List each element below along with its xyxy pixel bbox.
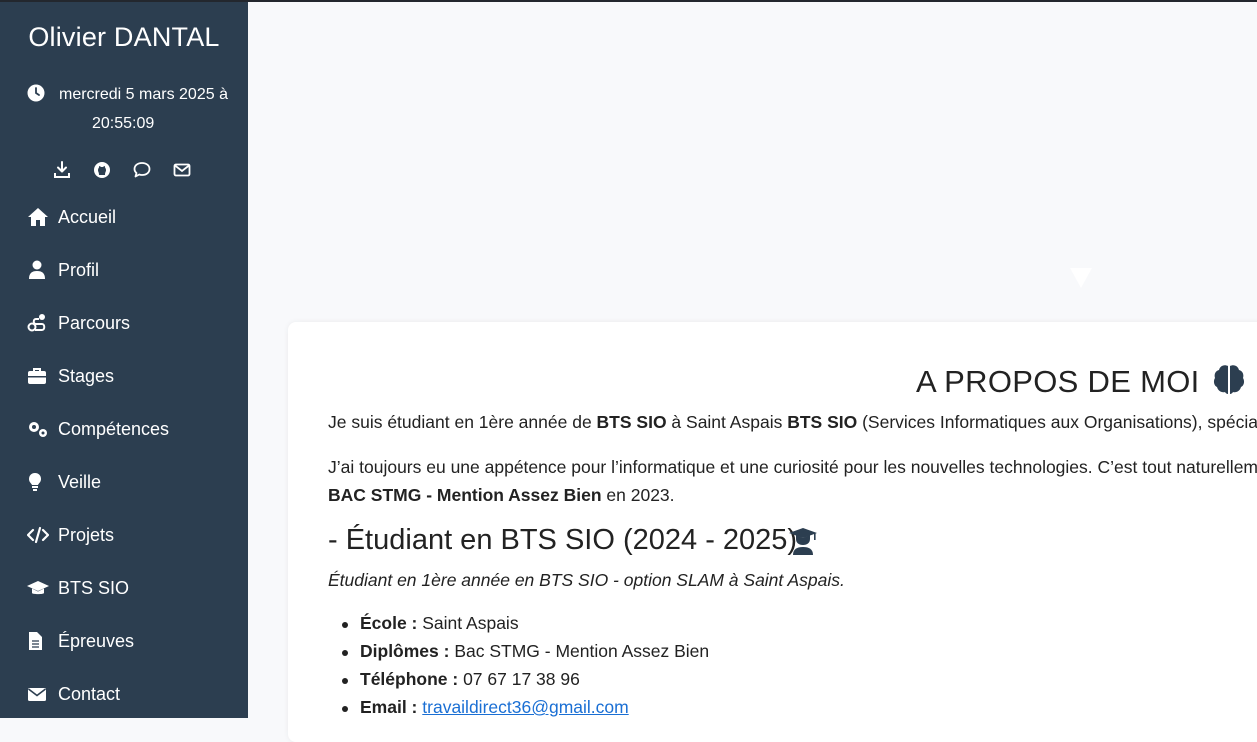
- list-item: École : Saint Aspais: [328, 613, 709, 641]
- datetime-date: mercredi 5 mars 2025 à: [59, 86, 228, 103]
- sidebar-item-label: Parcours: [58, 313, 131, 333]
- background-paragraph-cont: BAC STMG - Mention Assez Bien en 2023.: [328, 485, 675, 505]
- lightbulb-icon: [29, 473, 41, 491]
- section-subtitle: Étudiant en 1ère année en BTS SIO - opti…: [328, 570, 845, 590]
- sidebar-item-label: BTS SIO: [58, 578, 130, 598]
- email-link[interactable]: travaildirect36@gmail.com: [422, 697, 628, 717]
- list-item: Téléphone : 07 67 17 38 96: [328, 669, 709, 697]
- sidebar-item-label: Stages: [58, 366, 115, 386]
- list-item: Diplômes : Bac STMG - Mention Assez Bien: [328, 641, 709, 669]
- list-item: Email : travaildirect36@gmail.com: [328, 697, 709, 725]
- envelope-icon: [28, 688, 46, 701]
- sidebar-item-bts-sio[interactable]: BTS SIO: [0, 566, 248, 610]
- chat-icon[interactable]: [132, 160, 152, 180]
- sidebar-item-label: Accueil: [58, 207, 117, 227]
- code-icon: [27, 526, 49, 544]
- background-paragraph: J’ai toujours eu une appétence pour l’in…: [328, 457, 1257, 477]
- home-icon: [28, 208, 48, 226]
- sidebar: Olivier DANTAL mercredi 5 mars 2025 à 20…: [0, 0, 248, 718]
- brain-icon: [1213, 365, 1245, 394]
- sidebar-item-stages[interactable]: Stages: [0, 354, 248, 398]
- site-owner-name: Olivier DANTAL: [28, 22, 220, 52]
- sidebar-item-label: Compétences: [58, 419, 170, 439]
- clock-icon: [27, 84, 45, 102]
- sidebar-item-label: Projets: [58, 525, 115, 545]
- scroll-down-arrow-icon[interactable]: [1070, 268, 1092, 288]
- sidebar-item-competences[interactable]: Compétences: [0, 407, 248, 451]
- about-card: A PROPOS DE MOI Je suis étudiant en 1ère…: [288, 322, 1257, 742]
- sidebar-item-veille[interactable]: Veille: [0, 460, 248, 504]
- download-icon[interactable]: [52, 160, 72, 180]
- sidebar-item-projets[interactable]: Projets: [0, 513, 248, 557]
- graduation-cap-icon: [27, 581, 49, 595]
- gears-icon: [29, 422, 47, 437]
- sidebar-item-accueil[interactable]: Accueil: [0, 195, 248, 239]
- graduate-icon: [789, 528, 817, 555]
- sidebar-item-label: Veille: [58, 472, 102, 492]
- user-icon: [29, 260, 45, 279]
- details-list: École : Saint Aspais Diplômes : Bac STMG…: [328, 613, 709, 725]
- mail-icon[interactable]: [172, 160, 192, 180]
- section-title: - Étudiant en BTS SIO (2024 - 2025): [328, 524, 798, 556]
- route-icon: [27, 314, 46, 332]
- sidebar-item-contact[interactable]: Contact: [0, 672, 248, 716]
- sidebar-item-parcours[interactable]: Parcours: [0, 301, 248, 345]
- intro-paragraph: Je suis étudiant en 1ère année de BTS SI…: [328, 412, 1257, 432]
- sidebar-item-label: Contact: [58, 684, 121, 704]
- sidebar-item-profil[interactable]: Profil: [0, 248, 248, 292]
- briefcase-icon: [28, 368, 46, 384]
- datetime-time: 20:55:09: [92, 115, 155, 132]
- sidebar-item-label: Épreuves: [58, 631, 135, 651]
- github-icon[interactable]: [92, 160, 112, 180]
- top-border: [0, 0, 1257, 2]
- file-icon: [29, 632, 42, 650]
- page-title: A PROPOS DE MOI: [916, 364, 1200, 399]
- sidebar-item-label: Profil: [58, 260, 100, 280]
- sidebar-item-epreuves[interactable]: Épreuves: [0, 619, 248, 663]
